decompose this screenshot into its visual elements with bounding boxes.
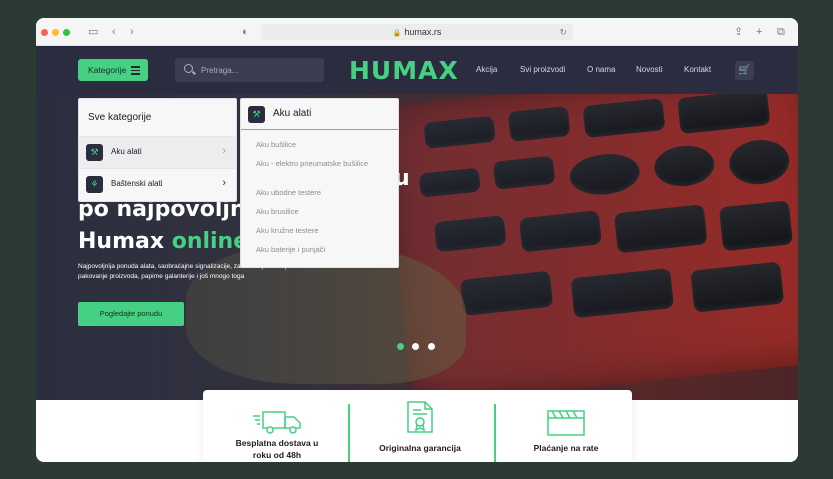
nav-link-o-nama[interactable]: O nama (587, 65, 615, 74)
slider-dot-2[interactable] (412, 343, 419, 350)
new-tab-icon[interactable]: + (756, 24, 762, 40)
search-box[interactable] (175, 58, 324, 82)
slider-dot-3[interactable] (428, 343, 435, 350)
payment-icon (547, 410, 585, 436)
cart-icon: 🛒 (738, 65, 751, 76)
website: Kategorije HUMAX Akcija Svi proizvodi O … (36, 46, 798, 462)
dropdown-header: Sve kategorije (88, 112, 152, 123)
subcategory-panel: ⚒ Aku alati Aku bušilice Aku - elektro p… (240, 98, 399, 268)
privacy-shield-icon[interactable]: ◐ (242, 24, 249, 40)
hero-title-brand: Humax (78, 229, 172, 254)
subcategory-link[interactable]: Aku brusilice (256, 206, 386, 217)
feature-installments: Plaćanje na rate (496, 390, 636, 462)
feature-text: Plaćanje na rate (533, 443, 599, 453)
feature-text: Originalna garancija (379, 443, 461, 453)
category-item-aku-alati[interactable]: ⚒ Aku alati › (79, 136, 236, 168)
minimize-window-button[interactable] (52, 29, 59, 36)
tabs-overview-icon[interactable]: ⧉ (777, 24, 785, 40)
feature-free-delivery: Besplatna dostava u roku od 48h (207, 390, 347, 462)
site-navbar: Kategorije HUMAX Akcija Svi proizvodi O … (36, 46, 798, 94)
drill-icon: ⚒ (248, 106, 265, 123)
site-logo[interactable]: HUMAX (349, 56, 459, 85)
hero-title-line3: Humax online (78, 229, 248, 254)
categories-button[interactable]: Kategorije (78, 59, 148, 81)
subpanel-title: Aku alati (273, 108, 312, 119)
slider-dot-1[interactable] (397, 343, 404, 350)
url-text: humax.rs (404, 27, 442, 37)
feature-warranty: Originalna garancija (350, 390, 490, 462)
garden-tools-icon: ⚘ (86, 176, 103, 193)
search-input[interactable] (201, 62, 316, 78)
nav-link-novosti[interactable]: Novosti (636, 65, 663, 74)
back-icon[interactable]: ‹ (112, 24, 116, 40)
subcategory-link[interactable]: Aku kružne testere (256, 225, 386, 236)
category-item-bastenski-alati[interactable]: ⚘ Baštenski alati › (79, 168, 236, 200)
category-label: Baštenski alati (111, 179, 163, 188)
certificate-icon (407, 401, 433, 433)
nav-link-kontakt[interactable]: Kontakt (684, 65, 711, 74)
nav-link-akcija[interactable]: Akcija (476, 65, 497, 74)
search-icon (184, 64, 193, 73)
address-bar[interactable]: 🔒 humax.rs ↻ (261, 24, 573, 40)
subcategory-link[interactable]: Aku - elektro pneumatske bušilice (256, 158, 386, 169)
sidebar-icon[interactable]: ▭ (88, 24, 98, 40)
chevron-right-icon: › (222, 177, 226, 189)
categories-label: Kategorije (88, 65, 127, 75)
maximize-window-button[interactable] (63, 29, 70, 36)
cart-button[interactable]: 🛒 (735, 61, 754, 80)
features-bar: Besplatna dostava u roku od 48h Original… (203, 390, 632, 462)
hero-title-highlight: online (171, 229, 249, 254)
view-offer-button[interactable]: Pogledajte ponudu (78, 302, 184, 326)
browser-toolbar: ▭ ‹ › ◐ 🔒 humax.rs ↻ ⇪ + ⧉ (36, 18, 798, 46)
forward-icon[interactable]: › (130, 24, 134, 40)
nav-link-svi-proizvodi[interactable]: Svi proizvodi (520, 65, 565, 74)
categories-dropdown: Sve kategorije ⚒ Aku alati › ⚘ Baštenski… (78, 98, 237, 202)
subcategory-link[interactable]: Aku ubodne testere (256, 187, 386, 198)
chevron-right-icon: › (222, 145, 226, 157)
share-icon[interactable]: ⇪ (734, 24, 743, 40)
subcategory-link[interactable]: Aku bušilice (256, 139, 386, 150)
lock-icon: 🔒 (392, 30, 402, 37)
reload-icon[interactable]: ↻ (559, 24, 567, 40)
subpanel-header: ⚒ Aku alati (241, 99, 398, 130)
drill-icon: ⚒ (86, 144, 103, 161)
truck-icon (253, 411, 301, 434)
subcategory-link[interactable]: Aku baterije i punjači (256, 244, 386, 255)
category-label: Aku alati (111, 147, 142, 156)
browser-window: ▭ ‹ › ◐ 🔒humax.rs ↻ ⇪ + ⧉ Kategorije HUM… (36, 18, 798, 462)
feature-text: Besplatna dostava u roku od 48h (235, 438, 319, 460)
menu-icon (131, 66, 140, 77)
close-window-button[interactable] (41, 29, 48, 36)
